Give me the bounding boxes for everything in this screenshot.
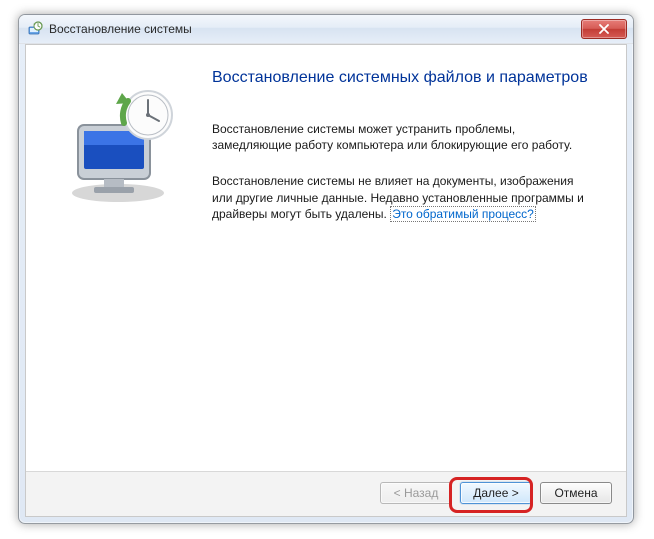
cancel-button[interactable]: Отмена — [540, 482, 612, 504]
close-icon — [598, 24, 610, 34]
next-button[interactable]: Далее > — [460, 482, 532, 504]
paragraph-1: Восстановление системы может устранить п… — [212, 121, 596, 153]
paragraph-2: Восстановление системы не влияет на доку… — [212, 173, 596, 222]
reversible-help-link[interactable]: Это обратимый процесс? — [390, 206, 536, 222]
system-restore-illustration-icon — [58, 85, 188, 205]
wizard-footer: < Назад Далее > Отмена — [26, 471, 626, 516]
titlebar[interactable]: Восстановление системы — [19, 15, 633, 44]
back-button: < Назад — [380, 482, 452, 504]
restore-icon — [27, 21, 43, 37]
window-title: Восстановление системы — [49, 22, 581, 36]
text-column: Восстановление системных файлов и параме… — [198, 63, 604, 461]
close-button[interactable] — [581, 19, 627, 39]
page-heading: Восстановление системных файлов и параме… — [212, 69, 596, 87]
wizard-art — [48, 63, 198, 461]
system-restore-window: Восстановление системы — [18, 14, 634, 524]
client-area: Восстановление системных файлов и параме… — [25, 44, 627, 517]
content-area: Восстановление системных файлов и параме… — [26, 45, 626, 471]
